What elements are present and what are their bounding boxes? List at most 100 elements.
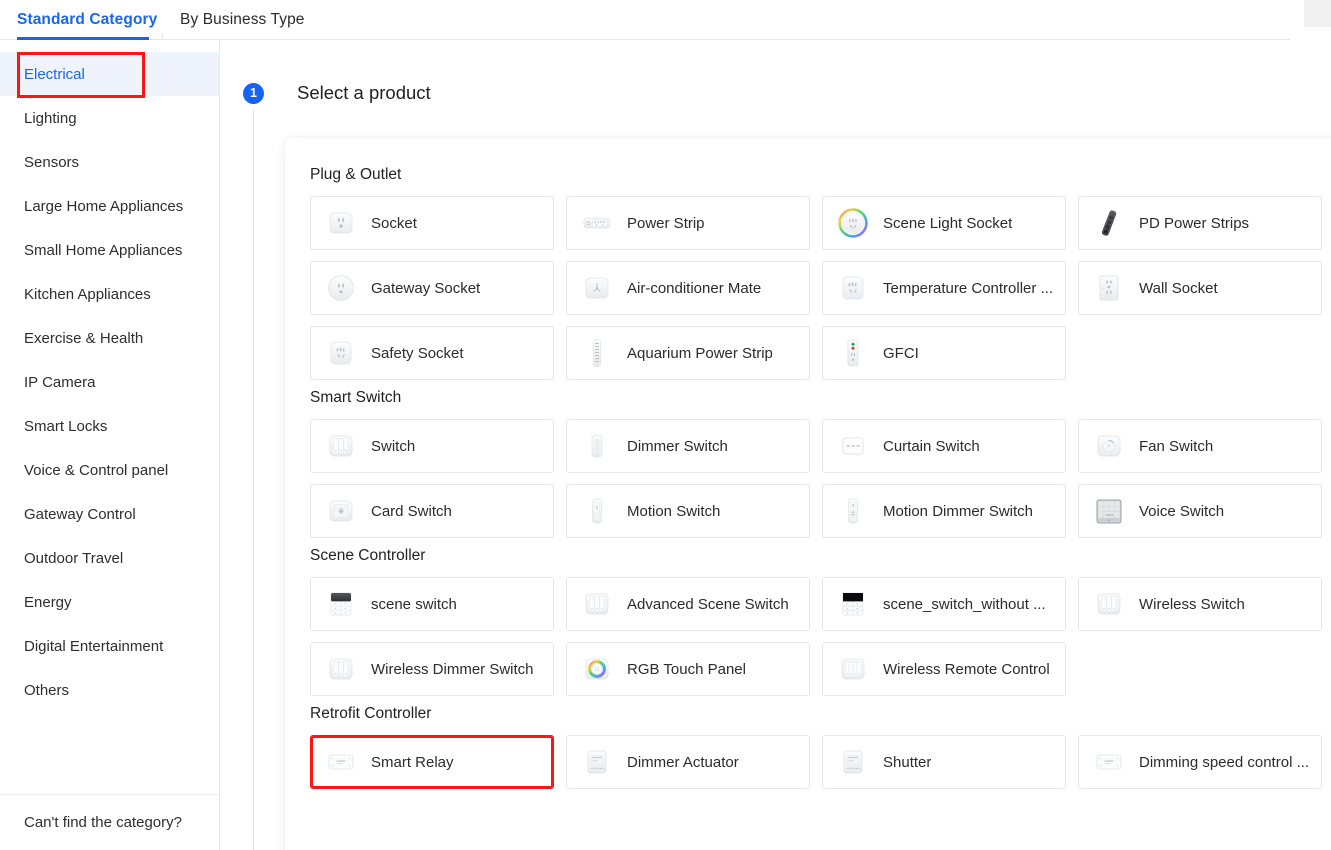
product-label: Smart Relay	[371, 754, 454, 771]
product-card-dimmer-actuator[interactable]: Dimmer Actuator	[566, 735, 810, 789]
sidebar-item-large-home-appliances[interactable]: Large Home Appliances	[0, 184, 219, 228]
tab-by-business-type[interactable]: By Business Type	[180, 0, 305, 40]
product-card-pd-power-strips[interactable]: PD Power Strips	[1078, 196, 1322, 250]
sidebar-item-digital-entertainment[interactable]: Digital Entertainment	[0, 624, 219, 668]
product-card-safety-socket[interactable]: Safety Socket	[310, 326, 554, 380]
product-groups-card: Plug & OutletSocketPower StripScene Ligh…	[285, 138, 1331, 850]
product-label: Card Switch	[371, 503, 452, 520]
smart-relay-icon	[325, 746, 357, 778]
product-label: Socket	[371, 215, 417, 232]
product-label: PD Power Strips	[1139, 215, 1249, 232]
product-card-scene-switch[interactable]: scene switch	[310, 577, 554, 631]
sidebar-item-label: Others	[24, 682, 69, 699]
sidebar-item-small-home-appliances[interactable]: Small Home Appliances	[0, 228, 219, 272]
sidebar-item-exercise-health[interactable]: Exercise & Health	[0, 316, 219, 360]
product-card-shutter[interactable]: Shutter	[822, 735, 1066, 789]
sidebar-item-label: Kitchen Appliances	[24, 286, 151, 303]
sidebar-item-label: Voice & Control panel	[24, 462, 168, 479]
pd-power-strip-icon	[1093, 207, 1125, 239]
product-label: Motion Switch	[627, 503, 720, 520]
scene-light-socket-icon	[837, 207, 869, 239]
sidebar-item-ip-camera[interactable]: IP Camera	[0, 360, 219, 404]
product-card-dimmer-switch[interactable]: Dimmer Switch	[566, 419, 810, 473]
safety-socket-icon	[325, 337, 357, 369]
product-card-wireless-switch[interactable]: Wireless Switch	[1078, 577, 1322, 631]
rgb-touch-panel-icon	[581, 653, 613, 685]
advanced-scene-switch-icon	[581, 588, 613, 620]
sidebar-item-gateway-control[interactable]: Gateway Control	[0, 492, 219, 536]
sidebar-item-sensors[interactable]: Sensors	[0, 140, 219, 184]
group-title: Smart Switch	[310, 389, 1331, 407]
product-label: Dimmer Switch	[627, 438, 728, 455]
sidebar-item-others[interactable]: Others	[0, 668, 219, 712]
sidebar-item-label: Gateway Control	[24, 506, 136, 523]
product-card-gfci[interactable]: GFCI	[822, 326, 1066, 380]
product-label: Motion Dimmer Switch	[883, 503, 1033, 520]
product-label: scene switch	[371, 596, 457, 613]
fan-switch-icon	[1093, 430, 1125, 462]
product-card-smart-relay[interactable]: Smart Relay	[310, 735, 554, 789]
vertical-scrollbar[interactable]	[1304, 0, 1331, 27]
curtain-switch-icon	[837, 430, 869, 462]
product-group: Retrofit ControllerSmart RelayDimmer Act…	[310, 705, 1331, 789]
product-card-dimming-speed-control[interactable]: Dimming speed control ...	[1078, 735, 1322, 789]
dimming-speed-control-icon	[1093, 746, 1125, 778]
product-label: Safety Socket	[371, 345, 464, 362]
gateway-socket-icon	[325, 272, 357, 304]
scene-switch-icon	[325, 588, 357, 620]
product-label: Wireless Switch	[1139, 596, 1245, 613]
cant-find-category-link[interactable]: Can't find the category?	[0, 794, 219, 850]
product-label: Scene Light Socket	[883, 215, 1012, 232]
product-card-scene-light-socket[interactable]: Scene Light Socket	[822, 196, 1066, 250]
sidebar-item-kitchen-appliances[interactable]: Kitchen Appliances	[0, 272, 219, 316]
motion-dimmer-switch-icon	[837, 495, 869, 527]
product-card-wireless-remote-control[interactable]: Wireless Remote Control	[822, 642, 1066, 696]
sidebar-item-label: IP Camera	[24, 374, 95, 391]
sidebar-item-energy[interactable]: Energy	[0, 580, 219, 624]
product-card-voice-switch[interactable]: Voice Switch	[1078, 484, 1322, 538]
sidebar-item-label: Outdoor Travel	[24, 550, 123, 567]
product-card-gateway-socket[interactable]: Gateway Socket	[310, 261, 554, 315]
sidebar-item-lighting[interactable]: Lighting	[0, 96, 219, 140]
switch-icon	[325, 430, 357, 462]
product-card-power-strip[interactable]: Power Strip	[566, 196, 810, 250]
product-card-rgb-touch-panel[interactable]: RGB Touch Panel	[566, 642, 810, 696]
product-card-motion-switch[interactable]: Motion Switch	[566, 484, 810, 538]
socket-icon	[325, 207, 357, 239]
wall-socket-icon	[1093, 272, 1125, 304]
product-card-motion-dimmer-switch[interactable]: Motion Dimmer Switch	[822, 484, 1066, 538]
product-label: Voice Switch	[1139, 503, 1224, 520]
voice-switch-icon	[1093, 495, 1125, 527]
shutter-icon	[837, 746, 869, 778]
product-label: Air-conditioner Mate	[627, 280, 761, 297]
product-card-scene-switch-without[interactable]: scene_switch_without ...	[822, 577, 1066, 631]
product-grid: Smart Relay Dimmer ActuatorShutter Dimming…	[310, 735, 1331, 789]
sidebar-item-voice-control-panel[interactable]: Voice & Control panel	[0, 448, 219, 492]
product-card-curtain-switch[interactable]: Curtain Switch	[822, 419, 1066, 473]
product-card-card-switch[interactable]: Card Switch	[310, 484, 554, 538]
sidebar-item-outdoor-travel[interactable]: Outdoor Travel	[0, 536, 219, 580]
product-card-fan-switch[interactable]: Fan Switch	[1078, 419, 1322, 473]
product-label: Wireless Dimmer Switch	[371, 661, 534, 678]
product-label: RGB Touch Panel	[627, 661, 746, 678]
product-label: Dimming speed control ...	[1139, 754, 1309, 771]
product-card-socket[interactable]: Socket	[310, 196, 554, 250]
group-title: Scene Controller	[310, 547, 1331, 565]
product-group: Smart Switch Switch Dimmer Switch Curtain S…	[310, 389, 1331, 538]
product-label: Aquarium Power Strip	[627, 345, 773, 362]
sidebar-item-electrical[interactable]: Electrical	[0, 52, 219, 96]
step-number-badge: 1	[243, 83, 264, 104]
product-card-switch[interactable]: Switch	[310, 419, 554, 473]
product-card-air-conditioner-mate[interactable]: Air-conditioner Mate	[566, 261, 810, 315]
product-card-aquarium-power-strip[interactable]: Aquarium Power Strip	[566, 326, 810, 380]
sidebar-item-smart-locks[interactable]: Smart Locks	[0, 404, 219, 448]
product-card-wall-socket[interactable]: Wall Socket	[1078, 261, 1322, 315]
tab-standard-category[interactable]: Standard Category	[17, 0, 157, 40]
product-card-temperature-controller[interactable]: Temperature Controller ...	[822, 261, 1066, 315]
product-category-picker: Standard Category By Business Type Elect…	[0, 0, 1331, 850]
product-label: Curtain Switch	[883, 438, 980, 455]
product-card-advanced-scene-switch[interactable]: Advanced Scene Switch	[566, 577, 810, 631]
product-grid: scene switch Advanced Scene Switchscene_s…	[310, 577, 1331, 696]
product-card-wireless-dimmer-switch[interactable]: Wireless Dimmer Switch	[310, 642, 554, 696]
product-label: Fan Switch	[1139, 438, 1213, 455]
